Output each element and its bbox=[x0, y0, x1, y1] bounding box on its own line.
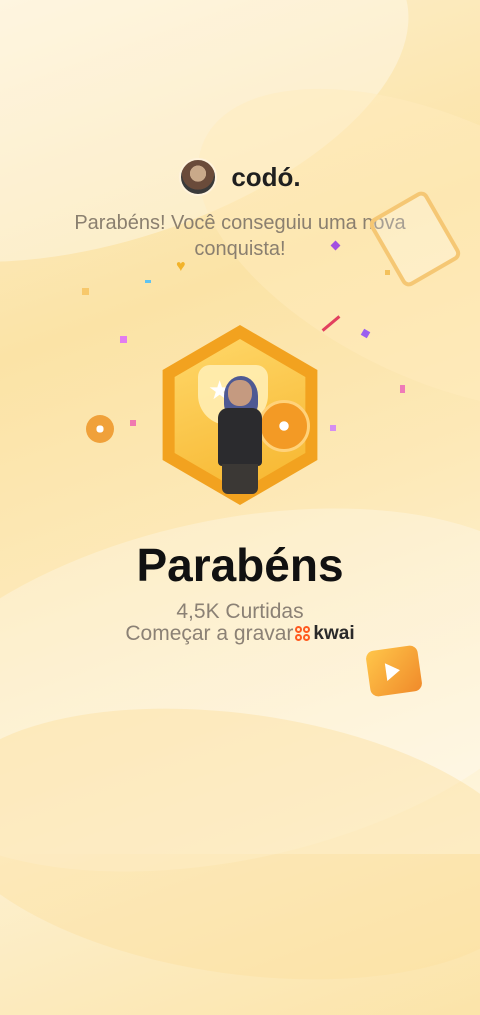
kwai-logo-icon bbox=[295, 626, 311, 642]
kwai-logo: kwai bbox=[295, 623, 355, 645]
user-header: codó. bbox=[0, 158, 480, 196]
avatar[interactable] bbox=[179, 158, 218, 196]
start-recording-link[interactable]: Começar a gravar kwai bbox=[0, 622, 480, 646]
film-strip-icon bbox=[366, 188, 464, 290]
confetti bbox=[360, 328, 371, 339]
start-recording-label: Começar a gravar bbox=[125, 622, 294, 645]
confetti bbox=[385, 270, 390, 275]
page-title: Parabéns bbox=[136, 539, 344, 591]
confetti bbox=[330, 425, 336, 431]
heart-icon: ♥ bbox=[176, 258, 186, 275]
clapperboard-icon bbox=[365, 644, 423, 698]
confetti bbox=[120, 336, 127, 343]
kwai-brand: kwai bbox=[313, 623, 355, 644]
background-swirl bbox=[0, 673, 480, 1015]
achievement-badge: ★ bbox=[150, 325, 330, 505]
username: codó. bbox=[231, 161, 301, 192]
achievement-message: Parabéns! Você conseguiu uma nova conqui… bbox=[74, 212, 406, 260]
confetti bbox=[82, 288, 89, 295]
character-figure bbox=[208, 376, 272, 495]
likes-count: 4,5K Curtidas bbox=[176, 600, 304, 623]
film-reel-icon bbox=[86, 415, 114, 443]
confetti bbox=[400, 385, 405, 393]
confetti bbox=[145, 280, 151, 283]
confetti bbox=[130, 420, 136, 426]
